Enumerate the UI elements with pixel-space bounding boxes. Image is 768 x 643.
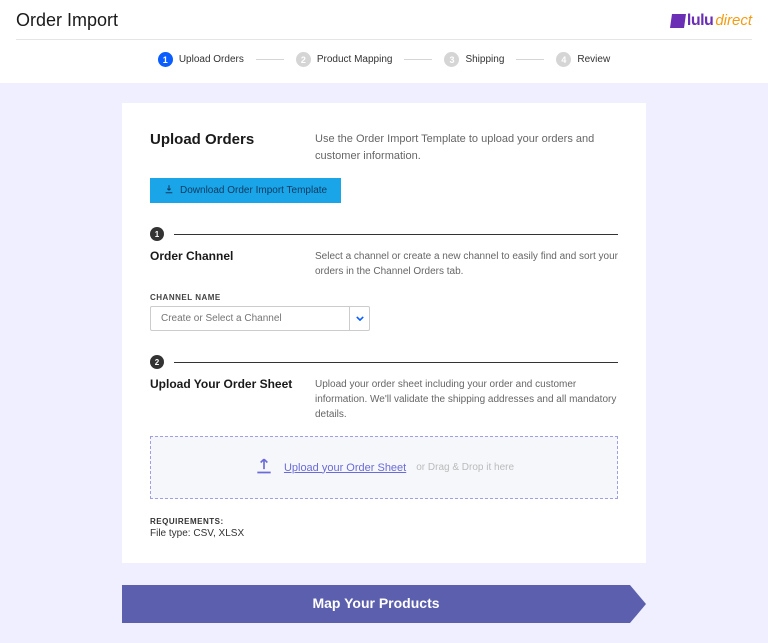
logo-direct: direct bbox=[715, 12, 752, 29]
channel-name-input[interactable] bbox=[150, 306, 350, 331]
subsection-badge: 2 bbox=[150, 355, 164, 369]
subsection-desc: Upload your order sheet including your o… bbox=[315, 377, 618, 422]
download-template-button[interactable]: Download Order Import Template bbox=[150, 178, 341, 203]
step-badge: 1 bbox=[158, 52, 173, 67]
step-upload-orders[interactable]: 1 Upload Orders bbox=[158, 52, 244, 67]
logo-icon bbox=[670, 14, 686, 28]
chevron-down-icon[interactable] bbox=[350, 306, 370, 331]
upload-icon bbox=[254, 455, 274, 480]
step-label: Product Mapping bbox=[317, 54, 393, 65]
step-label: Shipping bbox=[465, 54, 504, 65]
step-label: Review bbox=[577, 54, 610, 65]
step-review[interactable]: 4 Review bbox=[556, 52, 610, 67]
channel-name-label: CHANNEL NAME bbox=[150, 293, 618, 302]
subsection-line bbox=[174, 362, 618, 363]
upload-link[interactable]: Upload your Order Sheet bbox=[284, 462, 406, 474]
subsection-desc: Select a channel or create a new channel… bbox=[315, 249, 618, 279]
step-line bbox=[516, 59, 544, 60]
stepper: 1 Upload Orders 2 Product Mapping 3 Ship… bbox=[0, 40, 768, 83]
step-product-mapping[interactable]: 2 Product Mapping bbox=[296, 52, 393, 67]
map-products-button[interactable]: Map Your Products bbox=[122, 585, 630, 623]
upload-dropzone[interactable]: Upload your Order Sheet or Drag & Drop i… bbox=[150, 436, 618, 499]
upload-hint: or Drag & Drop it here bbox=[416, 462, 514, 473]
step-badge: 4 bbox=[556, 52, 571, 67]
logo-lulu: lulu bbox=[687, 12, 713, 30]
subsection-title: Order Channel bbox=[150, 249, 295, 263]
cta-arrow-icon bbox=[630, 585, 646, 623]
step-shipping[interactable]: 3 Shipping bbox=[444, 52, 504, 67]
subsection-line bbox=[174, 234, 618, 235]
section-desc: Use the Order Import Template to upload … bbox=[315, 131, 618, 164]
download-label: Download Order Import Template bbox=[180, 185, 327, 196]
download-icon bbox=[164, 184, 174, 197]
requirements-line: File type: CSV, XLSX bbox=[150, 528, 618, 539]
step-badge: 3 bbox=[444, 52, 459, 67]
subsection-title: Upload Your Order Sheet bbox=[150, 377, 295, 391]
cta-label: Map Your Products bbox=[312, 595, 439, 611]
section-title: Upload Orders bbox=[150, 131, 295, 148]
step-badge: 2 bbox=[296, 52, 311, 67]
step-line bbox=[256, 59, 284, 60]
step-line bbox=[404, 59, 432, 60]
subsection-badge: 1 bbox=[150, 227, 164, 241]
requirements-title: REQUIREMENTS: bbox=[150, 517, 618, 526]
page-title: Order Import bbox=[16, 10, 118, 31]
step-label: Upload Orders bbox=[179, 54, 244, 65]
logo: lulu direct bbox=[671, 12, 752, 30]
main-card: Upload Orders Use the Order Import Templ… bbox=[122, 103, 646, 563]
